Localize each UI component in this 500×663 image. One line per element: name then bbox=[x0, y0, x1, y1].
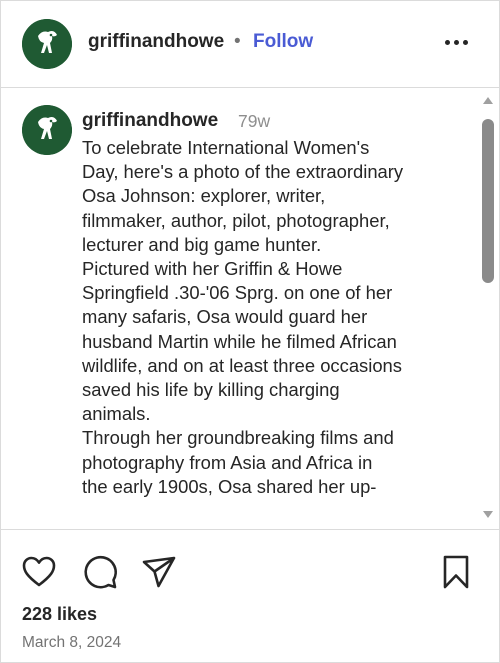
header-username[interactable]: griffinandhowe bbox=[88, 31, 224, 53]
follow-button[interactable]: Follow bbox=[253, 31, 313, 53]
scroll-down-arrow-icon[interactable] bbox=[483, 511, 493, 518]
scroll-thumb[interactable] bbox=[482, 119, 494, 283]
caption-avatar[interactable] bbox=[22, 105, 72, 155]
likes-count[interactable]: 228 likes bbox=[22, 604, 97, 625]
caption-username[interactable]: griffinandhowe bbox=[82, 110, 218, 132]
post-date[interactable]: March 8, 2024 bbox=[22, 634, 121, 652]
heart-icon[interactable] bbox=[21, 554, 57, 590]
bookmark-icon[interactable] bbox=[438, 554, 474, 590]
caption-timestamp[interactable]: 79w bbox=[238, 111, 270, 132]
post-header: griffinandhowe • Follow bbox=[0, 0, 500, 88]
more-options-icon[interactable] bbox=[443, 33, 471, 53]
separator-dot: • bbox=[234, 31, 241, 52]
send-icon[interactable] bbox=[141, 554, 177, 590]
comment-icon[interactable] bbox=[82, 554, 118, 590]
caption-scrollbar[interactable] bbox=[478, 89, 498, 529]
scroll-up-arrow-icon[interactable] bbox=[483, 97, 493, 104]
caption-text: To celebrate International Women's Day, … bbox=[82, 137, 404, 497]
profile-avatar[interactable] bbox=[22, 19, 72, 69]
caption-area: griffinandhowe 79w To celebrate Internat… bbox=[0, 89, 500, 529]
griffin-logo-icon bbox=[22, 19, 72, 69]
post-actions: 228 likes March 8, 2024 bbox=[0, 529, 500, 663]
griffin-logo-icon bbox=[22, 105, 72, 155]
